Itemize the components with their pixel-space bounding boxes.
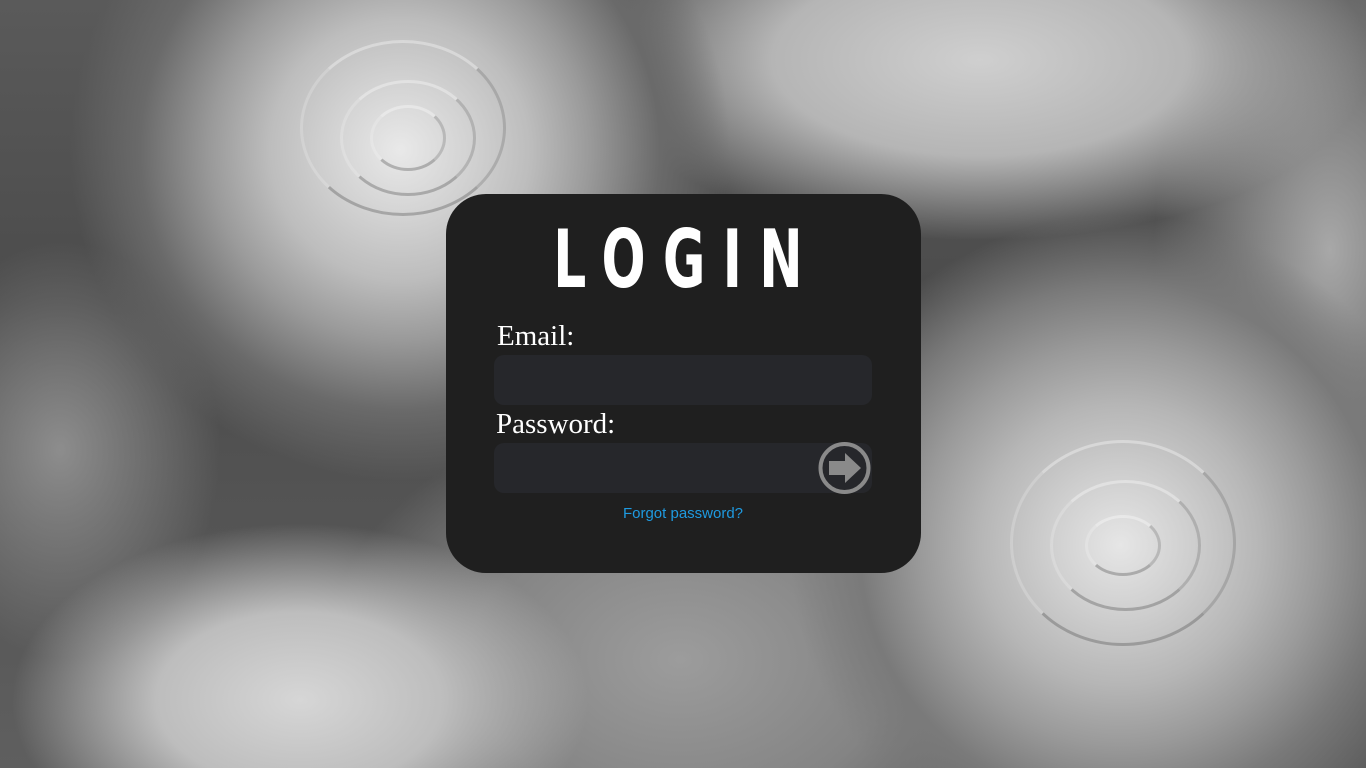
rose-petal-ring — [1085, 515, 1161, 576]
arrow-right-circle-icon — [818, 442, 871, 494]
forgot-password-link[interactable]: Forgot password? — [623, 505, 743, 522]
password-label: Password: — [496, 408, 616, 440]
login-page: LOGIN Email: Password: Forgot password? — [0, 0, 1366, 768]
rose-petal-ring — [370, 105, 446, 171]
password-field[interactable] — [494, 443, 872, 493]
login-title: LOGIN — [553, 213, 820, 306]
submit-button[interactable] — [817, 442, 872, 494]
email-field[interactable] — [494, 355, 872, 405]
email-label: Email: — [497, 320, 575, 352]
